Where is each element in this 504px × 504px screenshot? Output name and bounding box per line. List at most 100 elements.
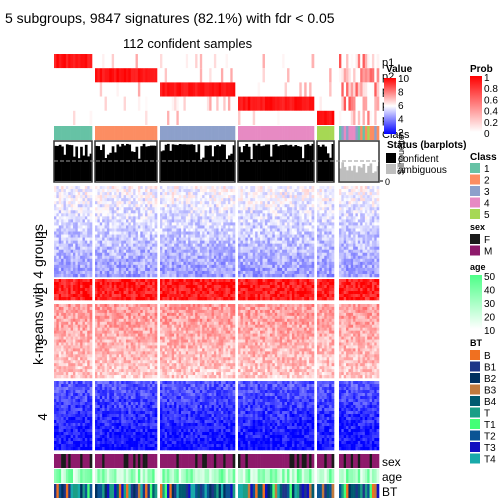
heatmap-cell (126, 273, 129, 278)
heatmap-cell (169, 369, 173, 373)
heatmap-cell (104, 342, 108, 346)
heatmap-cell (56, 411, 60, 415)
heatmap-cell (128, 345, 132, 349)
heatmap-cell (154, 396, 158, 400)
heatmap-cell (171, 339, 175, 343)
heatmap-cell (154, 318, 158, 323)
heatmap-cell (128, 432, 132, 436)
heatmap-cell (137, 204, 141, 208)
heatmap-cell (89, 336, 93, 340)
heatmap-cell (70, 285, 74, 289)
heatmap-cell (95, 249, 98, 254)
heatmap-cell (114, 327, 117, 331)
heatmap-cell (137, 249, 141, 254)
heatmap-cell (87, 417, 90, 421)
heatmap-cell (68, 393, 71, 397)
heatmap-cell (145, 309, 148, 314)
heatmap-cell (97, 246, 101, 250)
heatmap-cell (70, 354, 74, 358)
heatmap-cell (58, 318, 62, 323)
heatmap-cell (167, 357, 170, 361)
heatmap-cell (99, 282, 103, 286)
class-cell (104, 126, 108, 140)
heatmap-cell (84, 246, 88, 250)
heatmap-cell (178, 255, 182, 260)
heatmap-cell (178, 372, 182, 376)
heatmap-cell (56, 366, 60, 370)
heatmap-cell (65, 441, 69, 445)
heatmap-cell (89, 294, 93, 298)
prob-cell-p1 (128, 54, 132, 69)
heatmap-cell (68, 198, 71, 202)
heatmap-cell (77, 420, 81, 424)
heatmap-cell (68, 423, 71, 427)
heatmap-cell (56, 342, 60, 346)
heatmap-cell (58, 201, 62, 205)
heatmap-cell (84, 249, 88, 254)
prob-cell-p2 (118, 68, 122, 83)
heatmap-cell (80, 249, 83, 254)
heatmap-cell (123, 192, 127, 196)
heatmap-cell (121, 447, 124, 451)
heatmap-cell (118, 354, 122, 358)
heatmap-cell (152, 192, 155, 196)
heatmap-cell (140, 348, 143, 352)
heatmap-cell (149, 339, 153, 343)
heatmap-cell (102, 234, 105, 238)
heatmap-cell (70, 339, 74, 343)
heatmap-cell (178, 225, 182, 229)
heatmap-cell (140, 369, 143, 373)
heatmap-cell (171, 213, 175, 217)
heatmap-cell (142, 417, 146, 421)
heatmap-cell (114, 219, 117, 223)
heatmap-cell (106, 279, 110, 283)
heatmap-cell (89, 285, 93, 289)
heatmap-cell (54, 255, 57, 260)
heatmap-cell (106, 417, 110, 421)
heatmap-cell (54, 267, 57, 272)
heatmap-cell (121, 423, 124, 427)
heatmap-cell (82, 432, 86, 436)
heatmap-cell (174, 333, 177, 337)
heatmap-cell (174, 369, 177, 373)
heatmap-cell (126, 288, 129, 292)
heatmap-cell (181, 297, 184, 301)
heatmap-cell (68, 333, 71, 337)
heatmap-cell (65, 333, 69, 337)
heatmap-cell (104, 285, 108, 289)
heatmap-cell (142, 291, 146, 295)
heatmap-cell (68, 297, 71, 301)
heatmap-cell (106, 387, 110, 391)
age-cell (102, 469, 105, 483)
heatmap-cell (169, 345, 173, 349)
heatmap-cell (75, 369, 79, 373)
heatmap-cell (126, 420, 129, 424)
heatmap-cell (178, 414, 182, 418)
heatmap-cell (140, 441, 143, 445)
heatmap-cell (133, 372, 136, 376)
heatmap-cell (116, 348, 120, 352)
heatmap-cell (106, 342, 110, 346)
heatmap-cell (109, 411, 112, 415)
heatmap-cell (116, 426, 120, 430)
heatmap-cell (147, 408, 151, 412)
heatmap-cell (149, 357, 153, 361)
prob-cell-p3 (167, 82, 170, 97)
heatmap-cell (137, 237, 141, 241)
heatmap-cell (61, 207, 64, 211)
heatmap-cell (68, 426, 71, 430)
heatmap-cell (140, 249, 143, 254)
heatmap-cell (56, 390, 60, 394)
heatmap-cell (128, 402, 132, 406)
heatmap-cell (147, 444, 151, 448)
heatmap-cell (95, 384, 98, 388)
heatmap-cell (181, 435, 184, 439)
heatmap-cell (104, 234, 108, 238)
heatmap-cell (114, 228, 117, 232)
class-cell (102, 126, 105, 140)
heatmap-cell (56, 261, 60, 266)
heatmap-cell (149, 387, 153, 391)
heatmap-cell (145, 192, 148, 196)
heatmap-cell (142, 333, 146, 337)
heatmap-cell (149, 304, 153, 308)
